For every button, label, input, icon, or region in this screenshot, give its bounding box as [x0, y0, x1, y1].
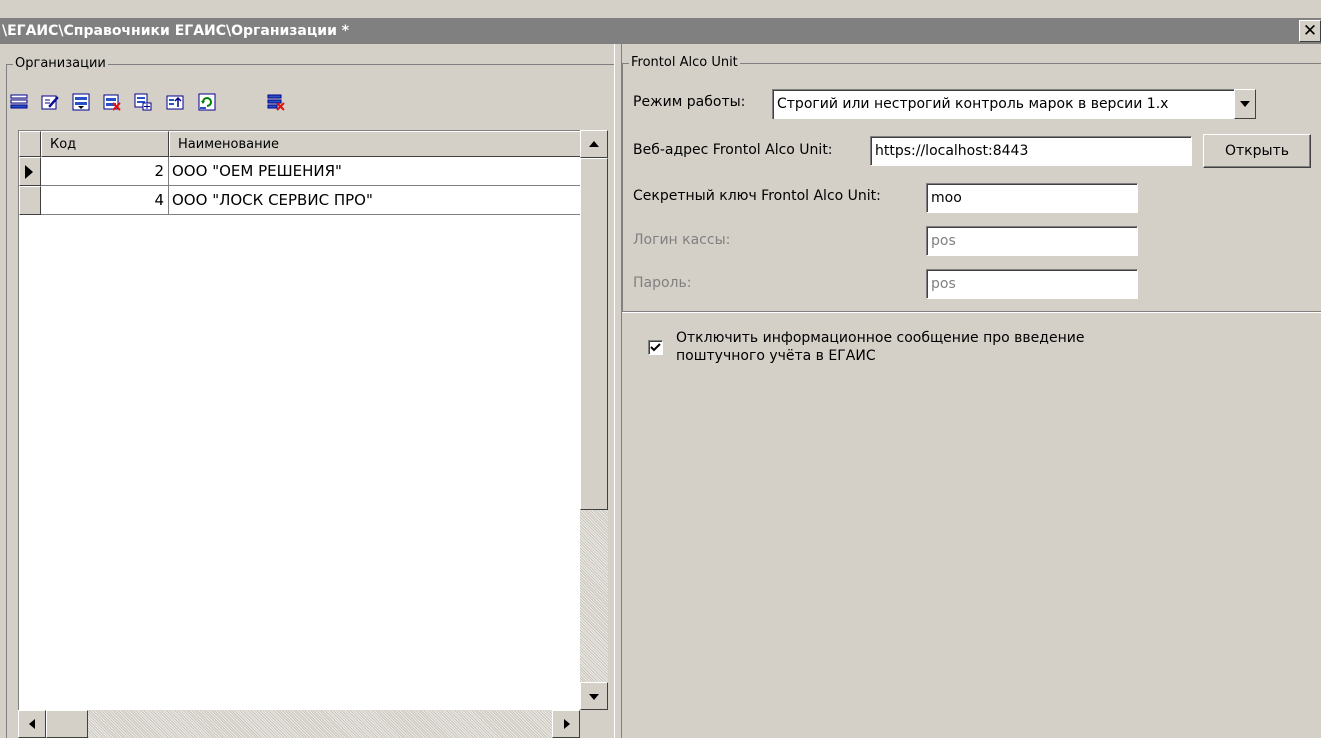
- table-row[interactable]: 4 ООО "ЛОСК СЕРВИС ПРО": [19, 186, 581, 215]
- column-header-name[interactable]: Наименование: [169, 131, 581, 157]
- panel-splitter[interactable]: [614, 44, 622, 738]
- grid-header: Код Наименование: [19, 131, 581, 157]
- clear-filter-icon[interactable]: [267, 93, 285, 111]
- arrow-left-icon: [29, 719, 35, 729]
- frontol-group-label: Frontol Alco Unit: [629, 55, 740, 71]
- disable-info-message-line1: Отключить информационное сообщение про в…: [676, 330, 1085, 346]
- arrow-up-icon: [589, 141, 599, 147]
- scroll-left-button[interactable]: [18, 710, 46, 738]
- header-indicator: [19, 131, 41, 157]
- export-icon[interactable]: [166, 93, 184, 111]
- checkmark-icon: [650, 343, 661, 352]
- disable-info-message-checkbox[interactable]: [648, 340, 663, 355]
- organizations-group-label: Организации: [13, 56, 108, 72]
- disable-info-message-label[interactable]: Отключить информационное сообщение про в…: [676, 329, 1084, 365]
- cell-code[interactable]: 2: [41, 157, 169, 186]
- organizations-grid[interactable]: Код Наименование 2 ООО "ОЕМ РЕШЕНИЯ" 4 О…: [18, 130, 581, 710]
- open-button[interactable]: Открыть: [1203, 134, 1311, 168]
- disable-info-message-line2: поштучного учёта в ЕГАИС: [676, 348, 876, 364]
- mode-select-value: Строгий или нестрогий контроль марок в в…: [772, 89, 1234, 119]
- refresh-icon[interactable]: [198, 93, 216, 111]
- scroll-right-button[interactable]: [552, 710, 580, 738]
- current-row-arrow-icon: [25, 165, 33, 179]
- mode-select[interactable]: Строгий или нестрогий контроль марок в в…: [772, 89, 1256, 119]
- insert-copy-icon[interactable]: [72, 93, 90, 111]
- login-label: Логин кассы:: [633, 232, 731, 248]
- url-field[interactable]: https://localhost:8443: [870, 136, 1192, 166]
- close-button[interactable]: ✕: [1299, 20, 1321, 42]
- password-label: Пароль:: [633, 275, 692, 291]
- url-label: Веб-адрес Frontol Alco Unit:: [633, 142, 833, 158]
- row-indicator: [19, 157, 41, 186]
- secret-field[interactable]: moo: [926, 183, 1138, 213]
- secret-label: Секретный ключ Frontol Alco Unit:: [633, 188, 881, 204]
- column-header-code[interactable]: Код: [41, 131, 169, 157]
- mode-dropdown-button[interactable]: [1234, 89, 1256, 119]
- copy-record-icon[interactable]: [134, 93, 152, 111]
- scrollbar-corner: [580, 710, 608, 738]
- cell-name[interactable]: ООО "ЛОСК СЕРВИС ПРО": [169, 186, 581, 215]
- close-icon: ✕: [1302, 21, 1318, 41]
- grid-vertical-scrollbar[interactable]: [580, 130, 608, 710]
- edit-record-icon[interactable]: [41, 93, 59, 111]
- scroll-thumb[interactable]: [46, 710, 88, 738]
- arrow-down-icon: [589, 694, 599, 700]
- grid-horizontal-scrollbar[interactable]: [18, 710, 580, 738]
- row-indicator: [19, 186, 41, 215]
- table-row[interactable]: 2 ООО "ОЕМ РЕШЕНИЯ": [19, 157, 581, 186]
- window-title: \ЕГАИС\Справочники ЕГАИС\Организации *: [2, 23, 350, 39]
- separator: [622, 311, 1321, 313]
- cell-name[interactable]: ООО "ОЕМ РЕШЕНИЯ": [169, 157, 581, 186]
- add-record-icon[interactable]: [10, 93, 28, 111]
- arrow-right-icon: [564, 719, 570, 729]
- scroll-up-button[interactable]: [580, 130, 608, 158]
- window-titlebar: \ЕГАИС\Справочники ЕГАИС\Организации * ✕: [0, 18, 1321, 44]
- chevron-down-icon: [1240, 101, 1250, 107]
- password-field[interactable]: pos: [926, 269, 1138, 299]
- scroll-thumb[interactable]: [580, 158, 608, 510]
- login-field[interactable]: pos: [926, 226, 1138, 256]
- cell-code[interactable]: 4: [41, 186, 169, 215]
- mode-label: Режим работы:: [633, 94, 746, 110]
- delete-record-icon[interactable]: [103, 93, 121, 111]
- scroll-down-button[interactable]: [580, 682, 608, 710]
